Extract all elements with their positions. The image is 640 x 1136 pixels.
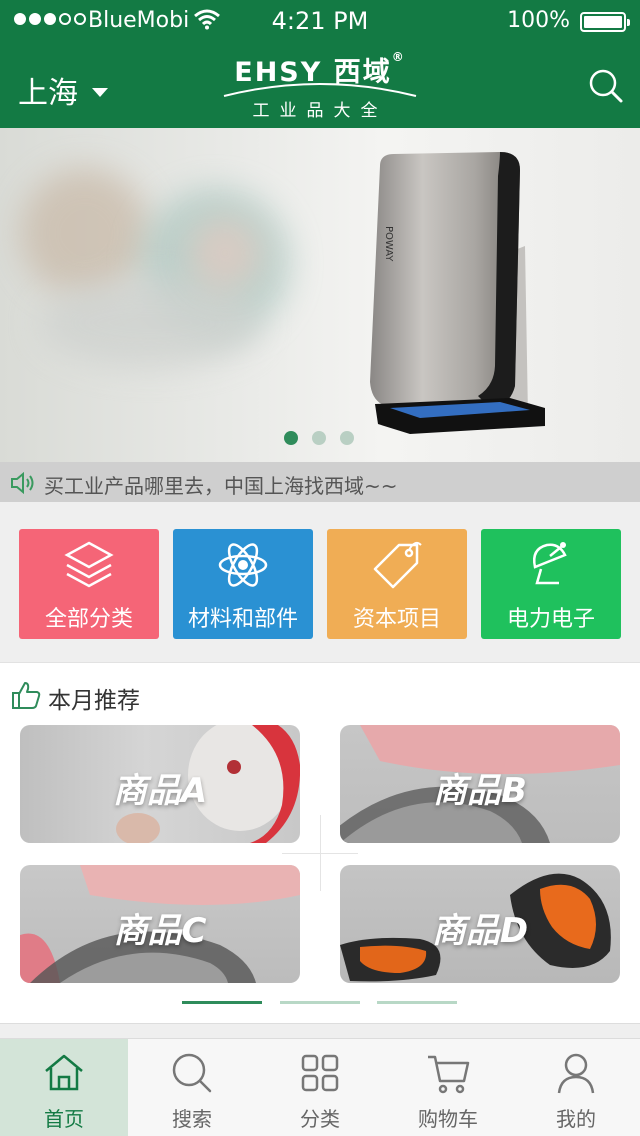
tab-profile[interactable]: 我的 [512, 1039, 640, 1136]
tag-icon [373, 541, 422, 589]
tab-label: 首页 [44, 1107, 84, 1131]
product-card[interactable]: 商品A [20, 725, 300, 843]
tab-label: 购物车 [418, 1107, 478, 1131]
recommend-page-indicator[interactable] [182, 1001, 262, 1004]
monthly-recommend-section: 本月推荐 商品A 商品B 商品C 商品D [0, 662, 640, 1024]
product-name: 商品D [431, 911, 529, 951]
product-card[interactable]: 商品C [20, 865, 300, 983]
home-icon [45, 1054, 83, 1091]
battery-icon [580, 12, 630, 32]
category-tile-all[interactable]: 全部分类 [19, 529, 159, 639]
tab-home[interactable]: 首页 [0, 1039, 128, 1136]
layers-icon [64, 541, 114, 588]
section-title: 本月推荐 [48, 688, 140, 714]
air-purifier-image: POWAY [370, 152, 545, 434]
tab-label: 搜索 [172, 1107, 212, 1131]
category-tile-materials[interactable]: 材料和部件 [173, 529, 313, 639]
banner-dot[interactable] [312, 431, 326, 445]
product-name: 商品B [433, 771, 527, 811]
announcement-bar[interactable]: 买工业产品哪里去，中国上海找西域~~ [0, 462, 640, 502]
app-header: BlueMobi 4:21 PM 100% 上海 EHSY 西域® 工业品大全 [0, 0, 640, 128]
logo-registered-mark: ® [391, 50, 406, 64]
status-bar: BlueMobi 4:21 PM 100% [0, 0, 640, 42]
speaker-icon [11, 472, 34, 494]
satellite-dish-icon [533, 542, 567, 585]
category-label: 材料和部件 [187, 607, 298, 632]
grid-icon [301, 1054, 339, 1092]
category-label: 全部分类 [44, 607, 133, 632]
product-card[interactable]: 商品D [340, 865, 620, 983]
banner-product-brand: POWAY [383, 226, 394, 262]
logo-tagline: 工业品大全 [252, 101, 388, 121]
promo-banner[interactable]: POWAY [0, 128, 640, 462]
banner-photo-figure [190, 218, 260, 288]
battery-percent: 100% [507, 8, 570, 33]
recommend-page-indicator[interactable] [377, 1001, 457, 1004]
banner-photo-figure [40, 278, 260, 368]
product-name: 商品A [112, 771, 208, 811]
category-tile-capital[interactable]: 资本项目 [327, 529, 467, 639]
tab-label: 我的 [556, 1107, 596, 1131]
product-card[interactable]: 商品B [340, 725, 620, 843]
category-tile-power[interactable]: 电力电子 [481, 529, 621, 639]
tab-label: 分类 [300, 1107, 340, 1131]
search-icon [172, 1053, 212, 1093]
category-grid: 全部分类 材料和部件 资本项目 电力电子 [0, 502, 640, 662]
user-icon [557, 1053, 595, 1094]
thumbs-up-icon [12, 682, 41, 709]
grid-divider [282, 853, 358, 854]
atom-icon [218, 543, 268, 587]
banner-dot[interactable] [284, 431, 298, 445]
announcement-text: 买工业产品哪里去，中国上海找西域~~ [44, 474, 398, 498]
search-icon[interactable] [586, 66, 626, 106]
cart-icon [428, 1055, 470, 1094]
city-selector[interactable]: 上海 [18, 68, 108, 112]
tab-cart[interactable]: 购物车 [384, 1039, 512, 1136]
recommend-page-indicator[interactable] [280, 1001, 360, 1004]
brand-logo: EHSY 西域® 工业品大全 [220, 50, 420, 121]
app-root: BlueMobi 4:21 PM 100% 上海 EHSY 西域® 工业品大全 … [0, 0, 640, 1136]
category-label: 电力电子 [506, 607, 595, 632]
banner-dot[interactable] [340, 431, 354, 445]
category-label: 资本项目 [352, 607, 441, 632]
banner-pagination[interactable] [284, 431, 354, 445]
product-name: 商品C [113, 911, 207, 951]
tab-category[interactable]: 分类 [256, 1039, 384, 1136]
chevron-down-icon [92, 87, 108, 97]
logo-swoosh [223, 83, 417, 97]
tab-search[interactable]: 搜索 [128, 1039, 256, 1136]
bottom-tab-bar: 首页 搜索 分类 购物车 我的 [0, 1038, 640, 1136]
city-label: 上海 [18, 76, 78, 111]
